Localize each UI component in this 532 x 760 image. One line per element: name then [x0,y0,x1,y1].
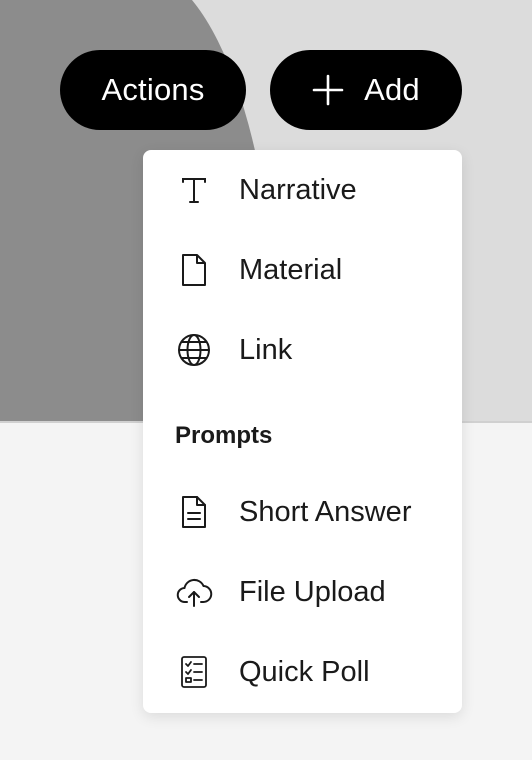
menu-item-label: Link [239,333,293,366]
add-dropdown-menu: Narrative Material Link Prompts Short An… [143,150,462,713]
actions-button[interactable]: Actions [60,50,246,130]
checklist-icon [175,653,213,691]
globe-icon [175,331,213,369]
menu-item-label: Material [239,253,343,286]
menu-item-short-answer[interactable]: Short Answer [143,472,462,552]
menu-item-label: File Upload [239,575,386,608]
menu-item-label: Quick Poll [239,655,370,688]
text-type-icon [175,171,213,209]
prompts-section-title: Prompts [175,422,273,449]
menu-item-quick-poll[interactable]: Quick Poll [143,632,462,712]
menu-item-label: Narrative [239,173,357,206]
add-button-label: Add [364,72,420,107]
file-icon [175,251,213,289]
add-button[interactable]: Add [270,50,462,130]
menu-item-label: Short Answer [239,495,412,528]
menu-item-material[interactable]: Material [143,230,462,310]
cloud-upload-icon [175,573,213,611]
plus-icon [312,74,344,106]
actions-button-label: Actions [101,72,205,107]
menu-item-link[interactable]: Link [143,310,462,390]
menu-item-file-upload[interactable]: File Upload [143,552,462,632]
menu-item-narrative[interactable]: Narrative [143,150,462,230]
document-lines-icon [175,493,213,531]
